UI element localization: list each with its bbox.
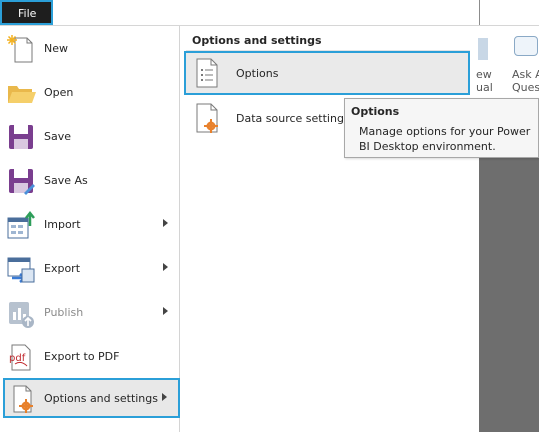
file-tab-label: File bbox=[18, 7, 37, 20]
new-visual-icon bbox=[478, 38, 488, 60]
menu-item-label: Open bbox=[44, 86, 74, 99]
data-source-settings-icon bbox=[192, 102, 222, 134]
menu-item-label: Save As bbox=[44, 174, 88, 187]
menu-item-save[interactable]: Save bbox=[0, 116, 179, 156]
menu-item-publish[interactable]: Publish bbox=[0, 292, 179, 332]
options-settings-icon bbox=[8, 384, 38, 414]
menu-item-label: Export bbox=[44, 262, 81, 275]
options-submenu: Options and settings Options Data source… bbox=[180, 26, 470, 432]
menu-item-label: Publish bbox=[44, 306, 84, 319]
submenu-header: Options and settings bbox=[192, 34, 322, 47]
menu-item-export-to-pdf[interactable]: pdf Export to PDF bbox=[0, 336, 179, 376]
ribbon-ask-question-label[interactable]: Ask AQuestio bbox=[512, 68, 539, 94]
options-tooltip: Options Manage options for your Power BI… bbox=[344, 98, 539, 158]
topbar-divider bbox=[479, 0, 480, 25]
submenu-item-label: Options bbox=[236, 67, 279, 80]
menu-item-save-as[interactable]: Save As bbox=[0, 160, 179, 200]
menu-item-new[interactable]: New bbox=[0, 28, 179, 68]
menu-item-import[interactable]: Import bbox=[0, 204, 179, 244]
menu-item-open[interactable]: Open bbox=[0, 72, 179, 112]
submenu-arrow-icon bbox=[162, 393, 167, 401]
menu-item-label: New bbox=[44, 42, 68, 55]
menu-item-label: Save bbox=[44, 130, 72, 143]
menu-item-label: Options and settings bbox=[44, 392, 158, 405]
submenu-arrow-icon bbox=[163, 263, 168, 271]
submenu-item-options[interactable]: Options bbox=[184, 51, 470, 95]
pdf-icon: pdf bbox=[6, 342, 36, 372]
submenu-arrow-icon bbox=[163, 307, 168, 315]
menu-item-label: Import bbox=[44, 218, 81, 231]
publish-icon bbox=[6, 298, 36, 328]
submenu-item-label: Data source settings bbox=[236, 112, 350, 125]
tooltip-body: Manage options for your Power BI Desktop… bbox=[359, 125, 531, 153]
menu-item-export[interactable]: Export bbox=[0, 248, 179, 288]
import-icon bbox=[6, 210, 36, 240]
tooltip-title: Options bbox=[351, 105, 400, 118]
submenu-arrow-icon bbox=[163, 219, 168, 227]
menu-item-options-and-settings[interactable]: Options and settings bbox=[3, 378, 180, 418]
ribbon-new-visual-label[interactable]: ew ual bbox=[476, 68, 493, 94]
export-icon bbox=[6, 254, 36, 284]
ask-question-icon bbox=[514, 36, 538, 56]
top-bar: File bbox=[0, 0, 539, 26]
save-icon bbox=[6, 122, 36, 152]
menu-item-label: Export to PDF bbox=[44, 350, 120, 363]
folder-icon bbox=[6, 78, 36, 108]
options-list-icon bbox=[192, 57, 222, 89]
file-tab[interactable]: File bbox=[0, 0, 53, 25]
new-file-icon bbox=[6, 34, 36, 64]
file-menu: New Open Save Save As Import Export Publ… bbox=[0, 26, 180, 432]
save-as-icon bbox=[6, 166, 36, 196]
